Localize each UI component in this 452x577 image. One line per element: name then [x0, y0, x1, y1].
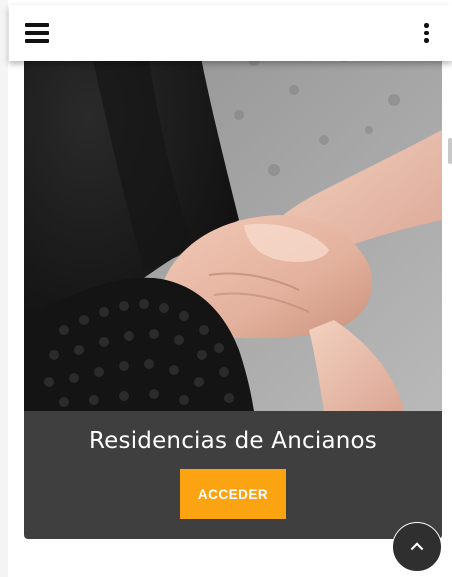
scroll-to-top-button[interactable]: [392, 522, 442, 572]
card-title: Residencias de Ancianos: [89, 428, 377, 454]
top-app-bar: [9, 5, 452, 61]
page: Residencias de Ancianos ACCEDER: [0, 0, 452, 577]
card-image: [24, 20, 442, 411]
scrollbar-thumb[interactable]: [448, 138, 452, 164]
access-button[interactable]: ACCEDER: [180, 469, 286, 519]
service-card: Residencias de Ancianos ACCEDER: [24, 20, 442, 539]
hamburger-menu-icon[interactable]: [25, 23, 49, 43]
chevron-up-icon: [410, 542, 424, 556]
more-options-icon[interactable]: [422, 23, 430, 43]
